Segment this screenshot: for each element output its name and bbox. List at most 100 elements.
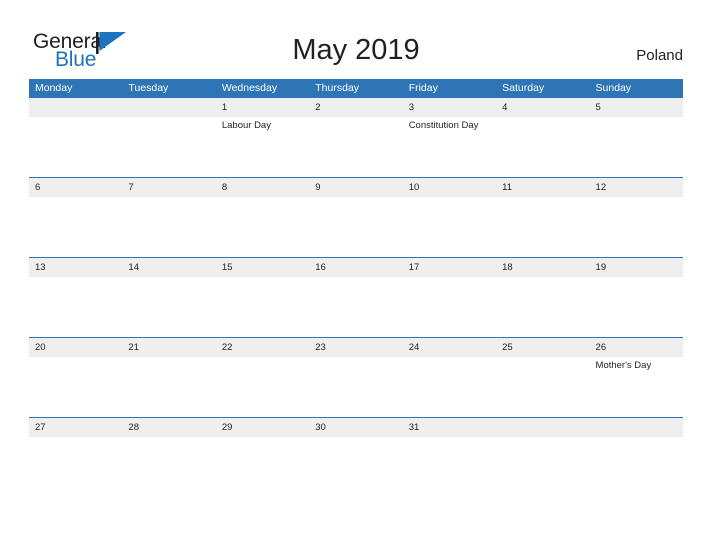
- day-cell[interactable]: [309, 117, 402, 177]
- day-cell[interactable]: [309, 437, 402, 497]
- day-number[interactable]: 30: [309, 418, 402, 437]
- day-number[interactable]: 11: [496, 178, 589, 197]
- week-date-strip: 20 21 22 23 24 25 26: [29, 338, 683, 357]
- day-number[interactable]: 25: [496, 338, 589, 357]
- day-cell[interactable]: [216, 437, 309, 497]
- day-number[interactable]: 29: [216, 418, 309, 437]
- weekday-header-monday: Monday: [35, 82, 73, 94]
- weekday-header-friday: Friday: [408, 82, 438, 94]
- day-cell[interactable]: [309, 197, 402, 257]
- day-cell[interactable]: [122, 437, 215, 497]
- day-number[interactable]: 9: [309, 178, 402, 197]
- week-event-area: Mother's Day: [29, 357, 683, 417]
- week-date-strip: 27 28 29 30 31: [29, 418, 683, 437]
- day-cell[interactable]: [496, 437, 589, 497]
- day-number[interactable]: 22: [216, 338, 309, 357]
- day-cell[interactable]: [122, 277, 215, 337]
- day-number[interactable]: 5: [590, 98, 683, 117]
- day-cell[interactable]: [309, 277, 402, 337]
- week-event-area: [29, 277, 683, 337]
- calendar-grid: Monday Tuesday Wednesday Thursday Friday…: [29, 79, 683, 497]
- page-title: May 2019: [292, 34, 420, 66]
- week-event-area: Labour Day Constitution Day: [29, 117, 683, 177]
- day-cell[interactable]: [122, 117, 215, 177]
- weekday-header-wednesday: Wednesday: [221, 82, 278, 94]
- day-cell[interactable]: [590, 197, 683, 257]
- day-cell[interactable]: [496, 357, 589, 417]
- day-number[interactable]: 31: [403, 418, 496, 437]
- day-number[interactable]: 4: [496, 98, 589, 117]
- week-row: 6 7 8 9 10 11 12: [29, 177, 683, 257]
- day-cell[interactable]: [403, 277, 496, 337]
- day-number[interactable]: 24: [403, 338, 496, 357]
- day-number[interactable]: [496, 418, 589, 437]
- day-number[interactable]: 2: [309, 98, 402, 117]
- weekday-header-row: Monday Tuesday Wednesday Thursday Friday…: [29, 79, 683, 97]
- day-number[interactable]: 19: [590, 258, 683, 277]
- day-number[interactable]: 27: [29, 418, 122, 437]
- week-event-area: [29, 437, 683, 497]
- country-label: Poland: [636, 47, 683, 64]
- day-cell[interactable]: [216, 277, 309, 337]
- day-number[interactable]: 1: [216, 98, 309, 117]
- weekday-header-tuesday: Tuesday: [128, 82, 169, 94]
- week-event-area: [29, 197, 683, 257]
- day-cell[interactable]: [590, 277, 683, 337]
- day-number[interactable]: 26: [590, 338, 683, 357]
- week-row: 27 28 29 30 31: [29, 417, 683, 497]
- day-cell[interactable]: [590, 117, 683, 177]
- week-row: 13 14 15 16 17 18 19: [29, 257, 683, 337]
- day-cell[interactable]: [403, 437, 496, 497]
- day-number[interactable]: 3: [403, 98, 496, 117]
- day-number[interactable]: 14: [122, 258, 215, 277]
- week-row: 1 2 3 4 5 Labour Day Constitution Day: [29, 97, 683, 177]
- day-cell[interactable]: [29, 197, 122, 257]
- day-event: Mother's Day: [595, 360, 652, 371]
- day-cell[interactable]: [29, 437, 122, 497]
- day-cell[interactable]: Labour Day: [216, 117, 309, 177]
- day-event: Constitution Day: [408, 120, 479, 131]
- day-number[interactable]: 13: [29, 258, 122, 277]
- day-cell[interactable]: [403, 357, 496, 417]
- day-number[interactable]: 18: [496, 258, 589, 277]
- day-number[interactable]: 8: [216, 178, 309, 197]
- day-number[interactable]: 17: [403, 258, 496, 277]
- day-cell[interactable]: [496, 197, 589, 257]
- day-cell[interactable]: [590, 437, 683, 497]
- day-number[interactable]: 21: [122, 338, 215, 357]
- day-number[interactable]: 10: [403, 178, 496, 197]
- day-cell[interactable]: [122, 357, 215, 417]
- weekday-header-sunday: Sunday: [595, 82, 632, 94]
- day-cell[interactable]: [496, 277, 589, 337]
- day-number[interactable]: 6: [29, 178, 122, 197]
- day-cell[interactable]: Mother's Day: [590, 357, 683, 417]
- weekday-header-saturday: Saturday: [502, 82, 545, 94]
- day-cell[interactable]: [309, 357, 402, 417]
- week-date-strip: 6 7 8 9 10 11 12: [29, 178, 683, 197]
- week-row: 20 21 22 23 24 25 26 Mother's Day: [29, 337, 683, 417]
- day-cell[interactable]: [29, 277, 122, 337]
- day-cell[interactable]: [216, 357, 309, 417]
- day-cell[interactable]: [122, 197, 215, 257]
- day-number[interactable]: 20: [29, 338, 122, 357]
- day-number[interactable]: 12: [590, 178, 683, 197]
- day-number[interactable]: [29, 98, 122, 117]
- day-number[interactable]: 15: [216, 258, 309, 277]
- weekday-header-thursday: Thursday: [315, 82, 360, 94]
- day-cell[interactable]: [496, 117, 589, 177]
- day-number[interactable]: [122, 98, 215, 117]
- calendar-page: General Blue May 2019 Poland Monday Tues…: [0, 0, 712, 550]
- day-cell[interactable]: [216, 197, 309, 257]
- day-cell[interactable]: Constitution Day: [403, 117, 496, 177]
- week-date-strip: 1 2 3 4 5: [29, 98, 683, 117]
- day-cell[interactable]: [29, 357, 122, 417]
- day-number[interactable]: 23: [309, 338, 402, 357]
- week-date-strip: 13 14 15 16 17 18 19: [29, 258, 683, 277]
- day-number[interactable]: [590, 418, 683, 437]
- day-number[interactable]: 16: [309, 258, 402, 277]
- day-number[interactable]: 7: [122, 178, 215, 197]
- day-cell[interactable]: [403, 197, 496, 257]
- day-event: Labour Day: [221, 120, 271, 131]
- day-cell[interactable]: [29, 117, 122, 177]
- day-number[interactable]: 28: [122, 418, 215, 437]
